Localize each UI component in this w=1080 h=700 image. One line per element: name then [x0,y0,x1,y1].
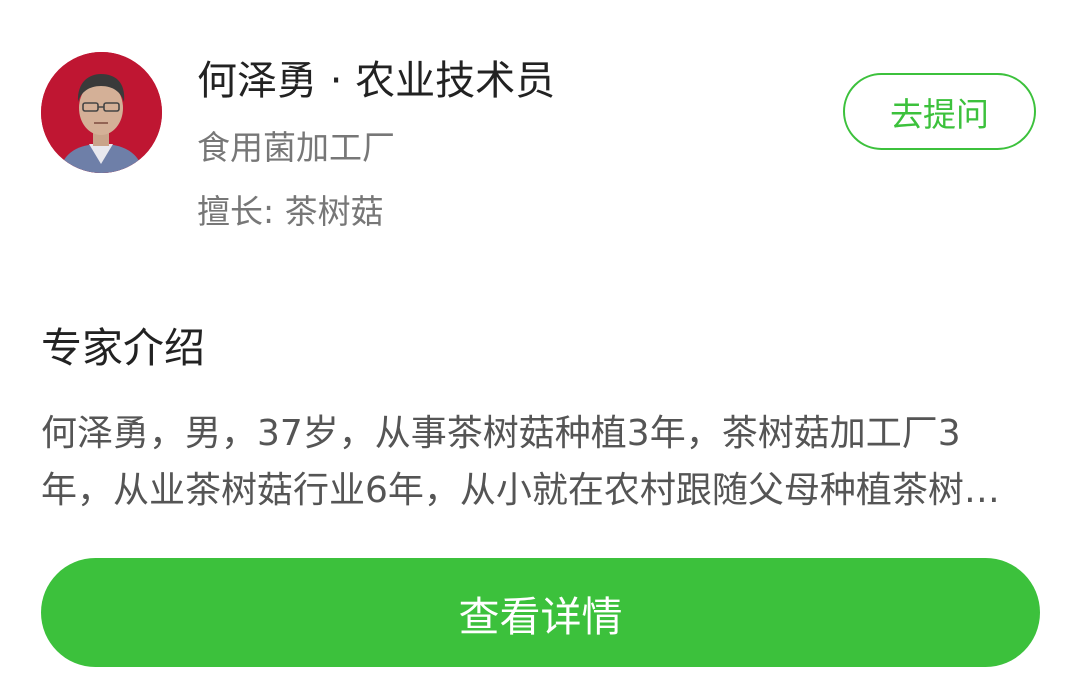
expert-intro-text: 何泽勇，男，37岁，从事茶树菇种植3年，茶树菇加工厂3年，从业茶树菇行业6年，从… [41,413,964,511]
person-photo-icon [41,52,162,173]
expert-name-title: 何泽勇 · 农业技术员 [197,58,556,104]
expert-card: 何泽勇 · 农业技术员 食用菌加工厂 擅长: 茶树菇 去提问 专家介绍 何泽勇，… [0,0,1080,700]
view-details-button[interactable]: 查看详情 [41,558,1040,667]
expert-company: 食用菌加工厂 [197,128,395,167]
expert-specialty: 擅长: 茶树菇 [197,192,384,231]
avatar [41,52,162,173]
ask-question-button[interactable]: 去提问 [843,73,1036,150]
section-title-intro: 专家介绍 [41,324,205,372]
